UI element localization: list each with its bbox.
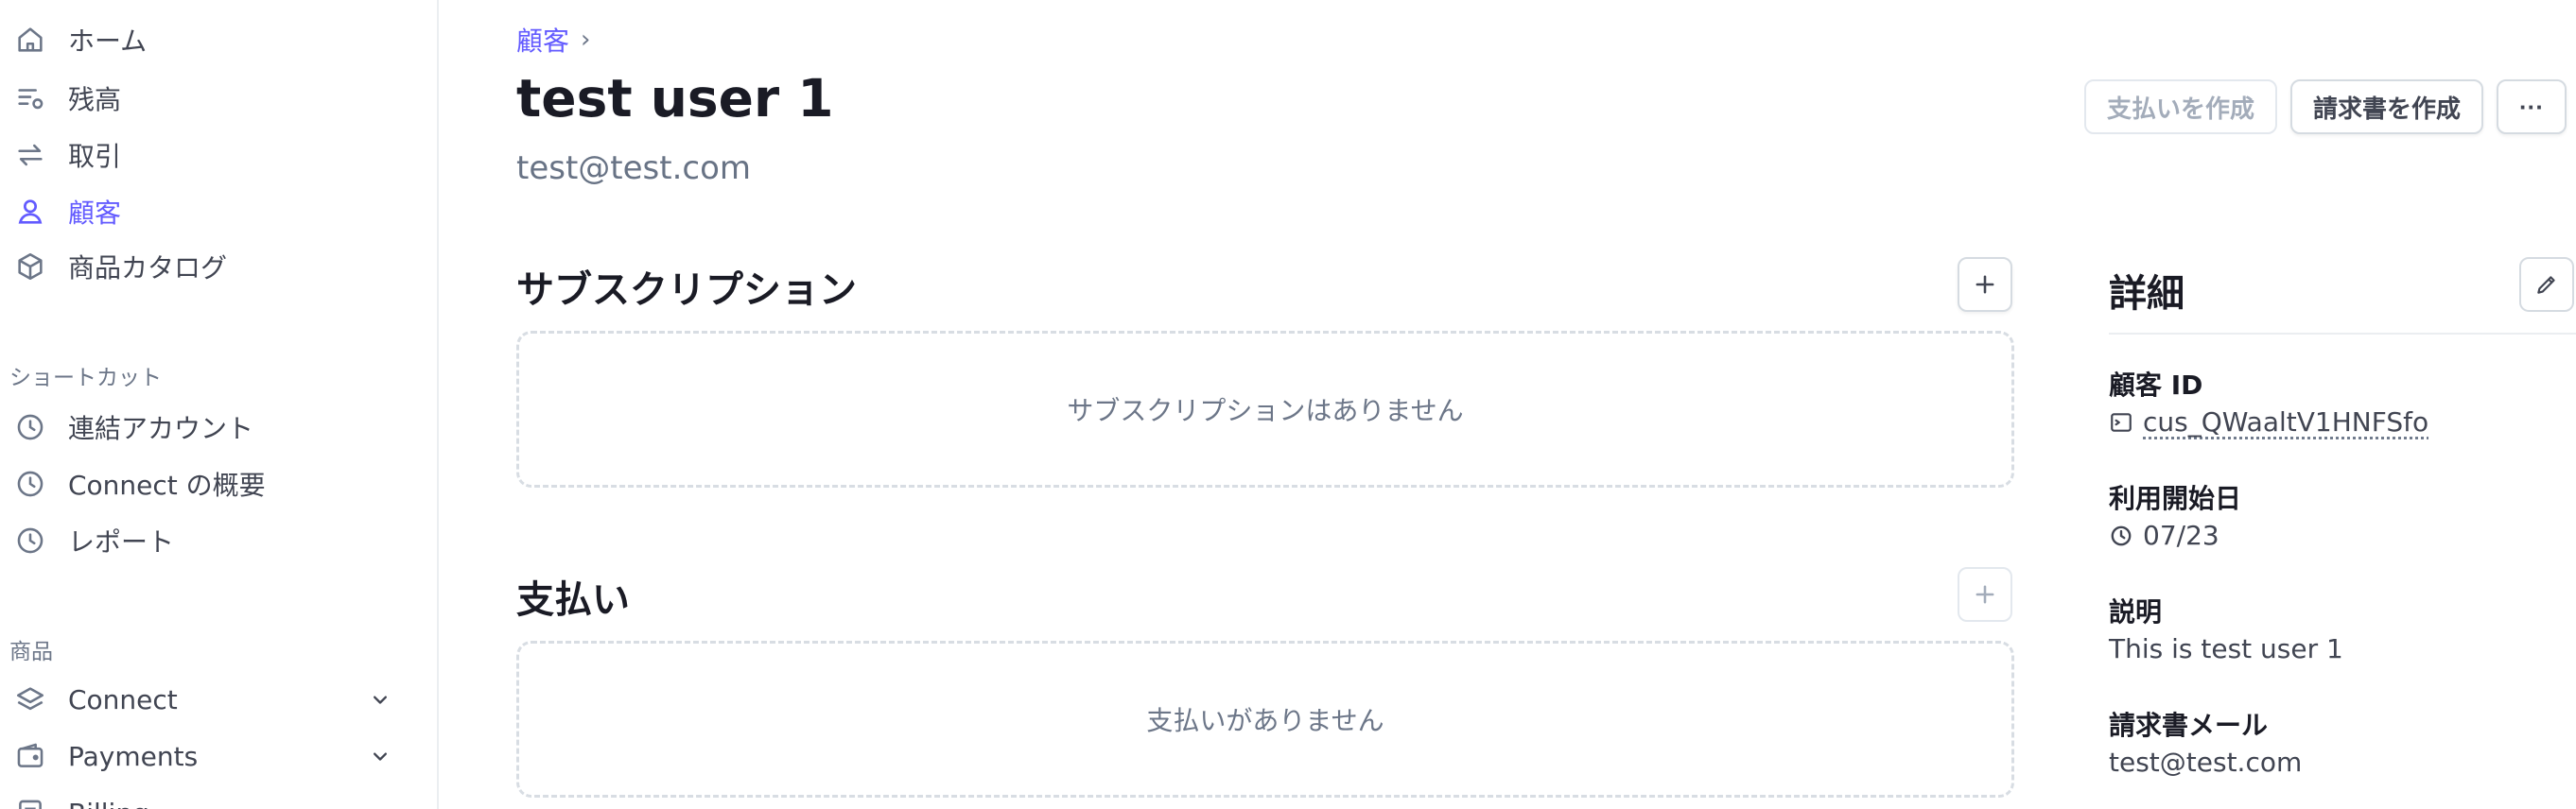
sidebar-item-label: ホーム: [68, 26, 148, 57]
sidebar-item-reports[interactable]: レポート: [0, 516, 416, 565]
breadcrumb-customers-link[interactable]: 顧客: [516, 21, 569, 59]
subscriptions-section-title: サブスクリプション: [516, 268, 857, 312]
sidebar-item-label: Payments: [68, 740, 199, 772]
main-content: 顧客 › test user 1 test@test.com 支払いを作成 請求…: [441, 0, 2576, 809]
subscriptions-empty-state: サブスクリプションはありません: [516, 331, 2014, 488]
breadcrumb-separator: ›: [581, 26, 591, 54]
customer-id-label: 顧客 ID: [2109, 370, 2203, 401]
start-date-value: 07/23: [2143, 520, 2219, 551]
chevron-down-icon[interactable]: [367, 686, 393, 713]
customer-email-subtitle: test@test.com: [516, 149, 752, 187]
payments-empty-state: 支払いがありません: [516, 641, 2014, 798]
details-title: 詳細: [2109, 272, 2184, 316]
customer-id-row: cus_QWaaltV1HNFSfo: [2109, 406, 2428, 438]
details-divider: [2109, 333, 2576, 335]
plus-icon: [1976, 275, 1994, 294]
sidebar-item-connected-accounts[interactable]: 連結アカウント: [0, 403, 416, 452]
sidebar-item-label: Connect の概要: [68, 470, 266, 501]
add-payment-button[interactable]: [1958, 567, 2012, 622]
start-date-label: 利用開始日: [2109, 483, 2242, 514]
sidebar: ホーム 残高 取引 顧客 商品カタログ ショートカット 連結アカウント Conn…: [0, 0, 439, 809]
add-subscription-button[interactable]: [1958, 257, 2012, 312]
sidebar-item-label: 取引: [68, 141, 122, 172]
sidebar-item-transactions[interactable]: 取引: [0, 130, 416, 180]
customer-id-value[interactable]: cus_QWaaltV1HNFSfo: [2143, 406, 2428, 438]
create-payment-button[interactable]: 支払いを作成: [2084, 79, 2277, 134]
balance-icon: [13, 81, 47, 115]
sidebar-item-product-catalog[interactable]: 商品カタログ: [0, 242, 416, 291]
terminal-icon: [2111, 412, 2132, 432]
layers-icon: [13, 682, 47, 716]
sidebar-item-label: 顧客: [68, 198, 122, 229]
header-actions: 支払いを作成 請求書を作成 ···: [2084, 79, 2567, 134]
chevron-down-icon[interactable]: [367, 743, 393, 769]
payments-empty-message: 支払いがありません: [1146, 705, 1384, 736]
payments-section-title: 支払い: [516, 578, 630, 622]
more-actions-button[interactable]: ···: [2497, 79, 2567, 134]
clock-icon: [13, 524, 47, 558]
page-title: test user 1: [516, 68, 834, 129]
shortcuts-section-title: ショートカット: [9, 366, 162, 390]
home-icon: [13, 23, 47, 57]
subscriptions-empty-message: サブスクリプションはありません: [1067, 395, 1464, 426]
sidebar-item-customers[interactable]: 顧客: [0, 187, 416, 236]
clock-icon: [13, 410, 47, 444]
breadcrumb: 顧客 ›: [516, 21, 590, 59]
sidebar-item-payments[interactable]: Payments: [0, 732, 416, 781]
billing-icon: [13, 796, 47, 809]
sidebar-item-label: 残高: [68, 84, 122, 115]
start-date-row: 07/23: [2109, 520, 2219, 551]
sidebar-item-balances[interactable]: 残高: [0, 74, 416, 123]
sidebar-item-billing[interactable]: Billing: [0, 788, 416, 809]
clock-icon: [2111, 525, 2132, 545]
sidebar-item-connect[interactable]: Connect: [0, 675, 416, 724]
sidebar-item-label: レポート: [68, 526, 175, 558]
pencil-icon: [2537, 276, 2555, 294]
billing-email-value: test@test.com: [2109, 747, 2303, 778]
products-section-title: 商品: [9, 640, 53, 664]
wallet-icon: [13, 739, 47, 773]
sidebar-item-home[interactable]: ホーム: [0, 15, 416, 64]
more-dots-icon: ···: [2519, 92, 2544, 121]
app-root: ホーム 残高 取引 顧客 商品カタログ ショートカット 連結アカウント Conn…: [0, 0, 2576, 809]
description-value: This is test user 1: [2109, 633, 2343, 664]
clock-icon: [13, 467, 47, 501]
plus-icon: [1976, 585, 1994, 604]
transactions-icon: [13, 138, 47, 172]
sidebar-item-label: Connect: [68, 683, 178, 715]
sidebar-item-label: 商品カタログ: [68, 252, 228, 284]
product-box-icon: [13, 250, 47, 284]
billing-email-label: 請求書メール: [2109, 710, 2269, 741]
sidebar-item-label: 連結アカウント: [68, 413, 254, 444]
customer-icon: [13, 195, 47, 229]
description-label: 説明: [2109, 596, 2163, 628]
edit-details-button[interactable]: [2519, 257, 2574, 312]
create-invoice-button[interactable]: 請求書を作成: [2290, 79, 2483, 134]
sidebar-item-connect-overview[interactable]: Connect の概要: [0, 459, 416, 508]
sidebar-item-label: Billing: [68, 798, 149, 809]
